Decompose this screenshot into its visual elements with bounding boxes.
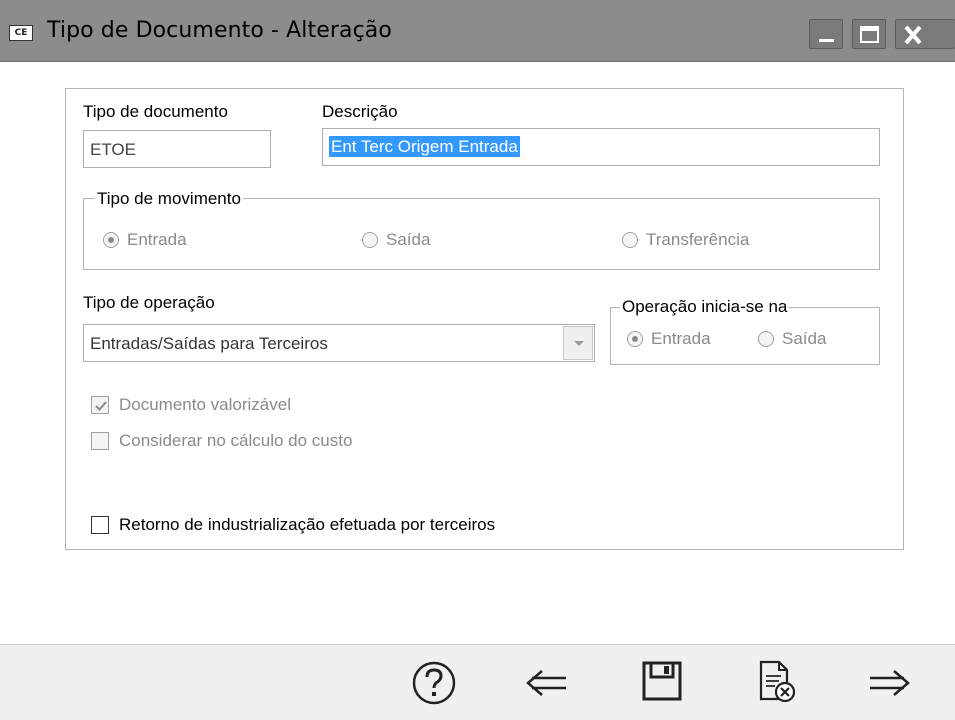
maximize-button[interactable] — [852, 19, 886, 49]
minimize-button[interactable] — [809, 19, 843, 49]
descricao-label: Descrição — [322, 102, 398, 121]
cancel-document-icon — [759, 660, 796, 703]
retorno-industrializacao-checkbox[interactable]: Retorno de industrialização efetuada por… — [91, 515, 495, 535]
radio-checked-icon — [627, 331, 643, 347]
window-title: Tipo de Documento - Alteração — [47, 18, 392, 43]
previous-button[interactable] — [522, 659, 570, 707]
checkbox-box — [91, 396, 109, 414]
minimize-icon — [819, 39, 834, 42]
next-button[interactable] — [866, 659, 914, 707]
radio-movimento-entrada-label: Entrada — [127, 230, 187, 249]
radio-movimento-saida-label: Saída — [386, 230, 431, 249]
tipo-movimento-title: Tipo de movimento — [95, 189, 243, 209]
save-icon — [642, 661, 682, 701]
tipo-operacao-label: Tipo de operação — [83, 293, 215, 312]
title-bar: CE Tipo de Documento - Alteração — [0, 0, 955, 62]
radio-checked-icon — [103, 232, 119, 248]
tipo-operacao-value: Entradas/Saídas para Terceiros — [90, 334, 328, 353]
descricao-field[interactable]: Ent Terc Origem Entrada — [322, 128, 880, 166]
radio-movimento-transferencia-label: Transferência — [646, 230, 750, 249]
radio-unchecked-icon — [362, 232, 378, 248]
radio-movimento-entrada[interactable]: Entrada — [103, 230, 187, 250]
close-button[interactable] — [895, 19, 955, 49]
forward-arrow-icon — [870, 670, 910, 696]
checkbox-box — [91, 432, 109, 450]
documento-valorizavel-label: Documento valorizável — [119, 395, 291, 414]
save-button[interactable] — [640, 659, 688, 707]
help-icon — [412, 661, 456, 705]
radio-unchecked-icon — [622, 232, 638, 248]
radio-unchecked-icon — [758, 331, 774, 347]
operacao-inicia-title: Operação inicia-se na — [620, 297, 790, 317]
radio-inicia-saida-label: Saída — [782, 329, 827, 348]
chevron-down-icon — [574, 341, 584, 346]
radio-movimento-saida[interactable]: Saída — [362, 230, 430, 250]
dropdown-button[interactable] — [563, 326, 593, 360]
radio-inicia-entrada[interactable]: Entrada — [627, 329, 711, 349]
radio-inicia-saida[interactable]: Saída — [758, 329, 826, 349]
back-arrow-icon — [526, 670, 566, 696]
tipo-documento-field[interactable]: ETOE — [83, 130, 271, 168]
descricao-selected-text: Ent Terc Origem Entrada — [329, 136, 520, 157]
considerar-custo-checkbox[interactable]: Considerar no cálculo do custo — [91, 431, 352, 451]
cancel-button[interactable] — [755, 659, 803, 707]
retorno-industrializacao-label: Retorno de industrialização efetuada por… — [119, 515, 496, 534]
checkmark-icon — [95, 401, 107, 411]
tipo-operacao-select[interactable]: Entradas/Saídas para Terceiros — [83, 324, 595, 362]
radio-movimento-transferencia[interactable]: Transferência — [622, 230, 749, 250]
bottom-toolbar — [0, 644, 955, 720]
help-button[interactable] — [410, 659, 458, 707]
app-icon: CE — [9, 25, 33, 41]
documento-valorizavel-checkbox[interactable]: Documento valorizável — [91, 395, 291, 415]
tipo-documento-label: Tipo de documento — [83, 102, 228, 121]
checkbox-box — [91, 516, 109, 534]
close-icon — [904, 25, 922, 45]
radio-inicia-entrada-label: Entrada — [651, 329, 711, 348]
considerar-custo-label: Considerar no cálculo do custo — [119, 431, 353, 450]
maximize-icon — [860, 26, 879, 43]
